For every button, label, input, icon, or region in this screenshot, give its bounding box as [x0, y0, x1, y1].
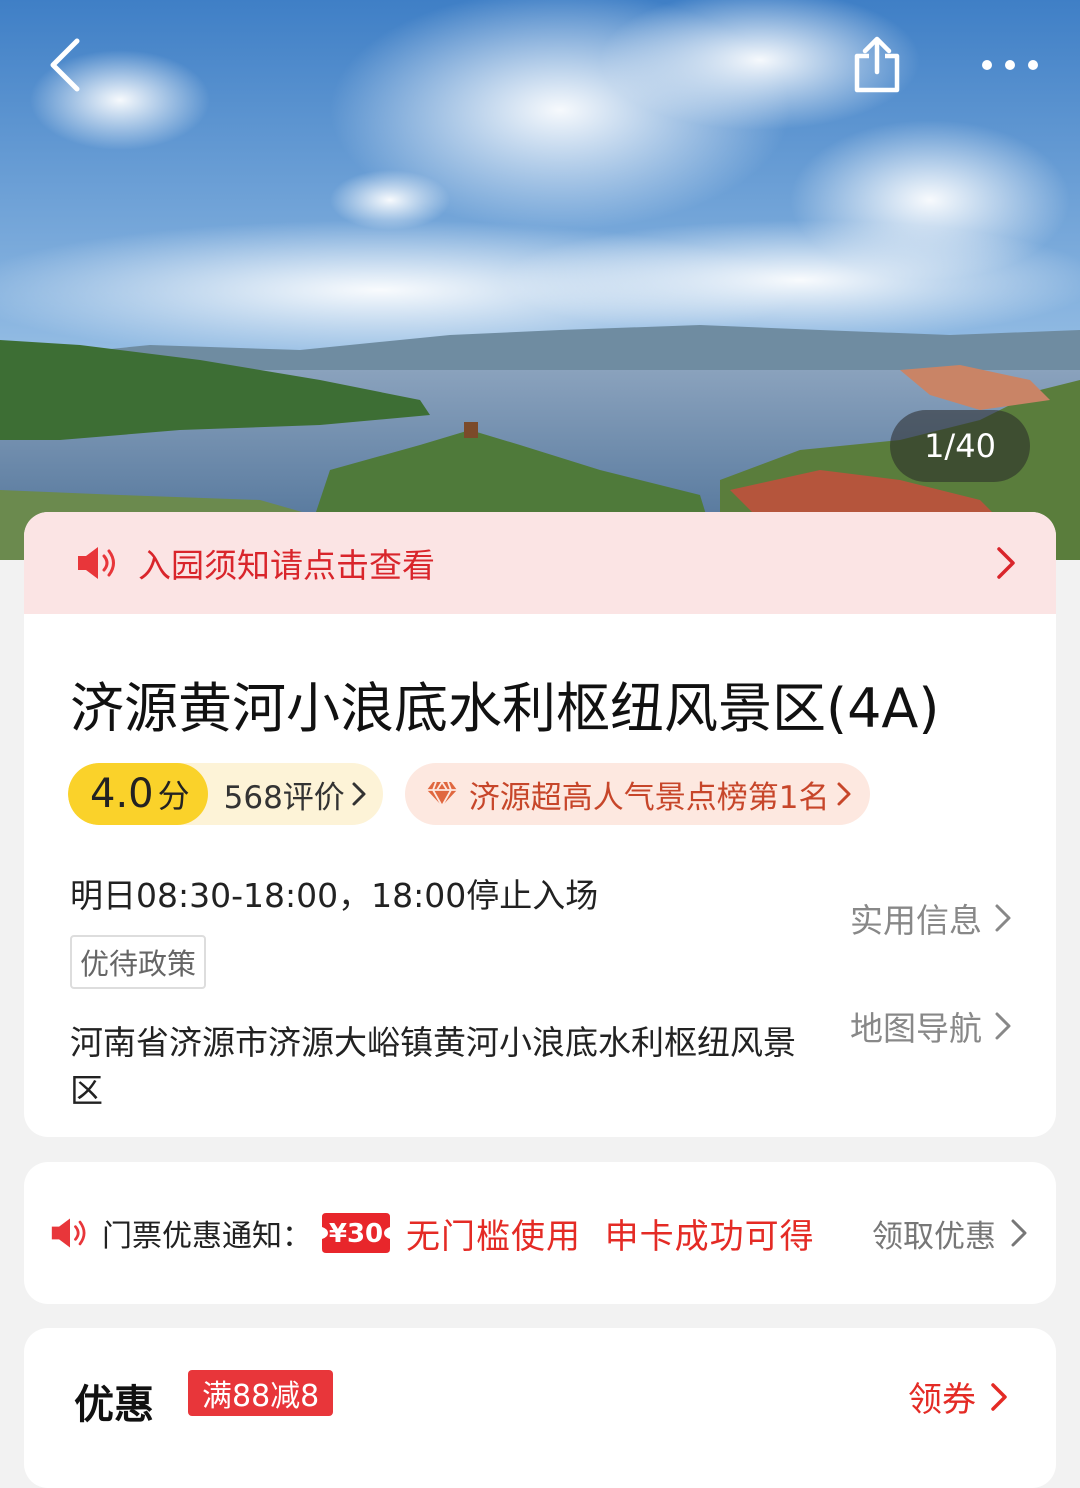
share-button[interactable]: [842, 30, 912, 100]
chevron-right-icon: [837, 782, 851, 806]
address-text: 河南省济源市济源大峪镇黄河小浪底水利枢纽风景区: [70, 1023, 796, 1110]
entry-notice-text: 入园须知请点击查看: [138, 546, 435, 585]
back-arrow-icon: [50, 38, 80, 92]
scenic-info-card: 入园须知请点击查看 济源黄河小浪底水利枢纽风景区(4A) 4.0 分 568评价: [24, 512, 1056, 1137]
chevron-right-icon: [995, 904, 1011, 932]
get-coupon-link[interactable]: 领券: [908, 1372, 1008, 1421]
scenic-title: 济源黄河小浪底水利枢纽风景区(4A): [70, 677, 940, 740]
photo-counter[interactable]: 1/40: [890, 410, 1030, 482]
coupon-amount-badge: ¥30: [322, 1213, 390, 1253]
score-value: 4.0: [90, 771, 154, 817]
chevron-right-icon: [995, 1012, 1011, 1040]
diamond-icon: [426, 780, 457, 808]
map-navigation-label: 地图导航: [850, 1009, 982, 1048]
rating-badge[interactable]: 4.0 分 568评价: [68, 763, 383, 825]
back-button[interactable]: [30, 30, 100, 100]
ticket-promo-label: 门票优惠通知：: [102, 1219, 312, 1254]
ranking-text: 济源超高人气景点榜第1名: [468, 779, 830, 816]
more-button[interactable]: [970, 30, 1050, 100]
policy-tag[interactable]: 优待政策: [70, 935, 207, 989]
hero-photo[interactable]: 1/40: [0, 0, 1080, 560]
reviews-count: 568评价: [223, 779, 345, 816]
get-coupon-label: 领券: [908, 1380, 976, 1420]
coupon-ticket-shape: ¥30: [322, 1213, 390, 1253]
chevron-right-icon: [991, 1382, 1007, 1411]
useful-info-link[interactable]: 实用信息: [850, 894, 1012, 942]
discount-card: 优惠 满88减8 领券: [24, 1328, 1056, 1488]
useful-info-label: 实用信息: [850, 901, 982, 940]
score-unit: 分: [157, 777, 190, 815]
chevron-right-icon: [997, 547, 1015, 579]
chevron-right-icon: [352, 782, 366, 806]
reviews-link[interactable]: 568评价: [208, 763, 383, 825]
speaker-icon: [78, 547, 115, 579]
discount-title: 优惠: [74, 1382, 154, 1428]
coupon-amount-text: ¥30: [329, 1219, 383, 1249]
speaker-icon: [51, 1218, 86, 1248]
ticket-promo-text: 无门槛使用 申卡成功可得: [406, 1216, 815, 1257]
share-icon: [854, 36, 900, 93]
claim-offer-label: 领取优惠: [872, 1218, 996, 1255]
claim-offer-link[interactable]: 领取优惠: [872, 1162, 1028, 1304]
ticket-promo-card[interactable]: 门票优惠通知： ¥30 无门槛使用 申卡成功可得 领取优惠: [24, 1162, 1056, 1304]
entry-notice-bar[interactable]: 入园须知请点击查看: [24, 512, 1056, 614]
map-navigation-link[interactable]: 地图导航: [850, 1002, 1012, 1050]
more-icon: [982, 60, 1038, 70]
badge-row: 4.0 分 568评价 济源超高人气景点榜第1名: [68, 763, 1056, 825]
discount-tag: 满88减8: [188, 1370, 334, 1416]
score-badge: 4.0 分: [68, 763, 208, 825]
chevron-right-icon: [1011, 1219, 1027, 1247]
ranking-badge[interactable]: 济源超高人气景点榜第1名: [404, 763, 870, 825]
